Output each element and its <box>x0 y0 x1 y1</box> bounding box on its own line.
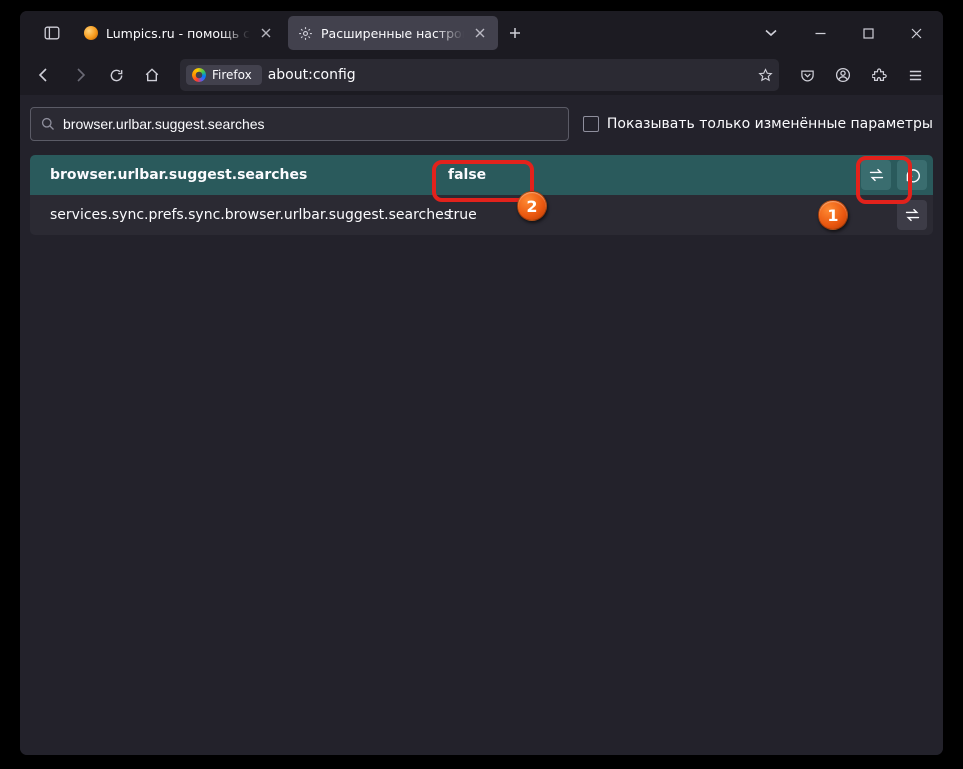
url-bar[interactable]: Firefox about:config <box>180 59 779 91</box>
pref-name: services.sync.prefs.sync.browser.urlbar.… <box>50 207 448 223</box>
favicon-lumpics <box>84 26 98 40</box>
app-menu-button[interactable] <box>899 59 931 91</box>
pref-name: browser.urlbar.suggest.searches <box>50 167 448 183</box>
reload-button[interactable] <box>100 59 132 91</box>
show-modified-only[interactable]: Показывать только изменённые параметры <box>583 116 933 132</box>
toggle-button[interactable] <box>861 160 891 190</box>
minimize-button[interactable] <box>797 11 843 55</box>
account-button[interactable] <box>827 59 859 91</box>
annotation-badge-2: 2 <box>517 191 547 221</box>
bookmark-star-icon[interactable] <box>758 68 773 83</box>
reset-button[interactable] <box>897 160 927 190</box>
maximize-button[interactable] <box>845 11 891 55</box>
close-icon[interactable] <box>472 25 488 41</box>
about-config-content: Показывать только изменённые параметры b… <box>20 95 943 755</box>
tab-lumpics[interactable]: Lumpics.ru - помощь с компьютером <box>74 16 284 50</box>
pref-row[interactable]: browser.urlbar.suggest.searches false <box>30 155 933 195</box>
close-icon[interactable] <box>258 25 274 41</box>
checkbox-icon[interactable] <box>583 116 599 132</box>
config-search-input[interactable] <box>63 116 558 132</box>
annotation-badge-1: 1 <box>818 200 848 230</box>
tab-bar: Lumpics.ru - помощь с компьютером Расшир… <box>20 11 943 55</box>
close-window-button[interactable] <box>893 11 939 55</box>
favicon-settings <box>298 26 313 41</box>
new-tab-button[interactable] <box>500 27 530 39</box>
tab-title: Расширенные настройки <box>321 26 464 41</box>
browser-window: Lumpics.ru - помощь с компьютером Расшир… <box>20 11 943 755</box>
toggle-button[interactable] <box>897 200 927 230</box>
tabs-dropdown[interactable] <box>747 29 795 37</box>
forward-button <box>64 59 96 91</box>
pref-value: true <box>448 207 477 223</box>
identity-box[interactable]: Firefox <box>186 65 262 85</box>
pocket-button[interactable] <box>791 59 823 91</box>
tab-title: Lumpics.ru - помощь с компьютером <box>106 26 250 41</box>
tab-about-config[interactable]: Расширенные настройки <box>288 16 498 50</box>
identity-label: Firefox <box>212 68 252 82</box>
nav-toolbar: Firefox about:config <box>20 55 943 95</box>
config-search-box[interactable] <box>30 107 569 141</box>
firefox-logo-icon <box>192 68 206 82</box>
pref-value: false <box>448 167 486 183</box>
extensions-button[interactable] <box>863 59 895 91</box>
pref-row[interactable]: services.sync.prefs.sync.browser.urlbar.… <box>30 195 933 235</box>
url-text[interactable]: about:config <box>268 67 752 83</box>
pref-results: browser.urlbar.suggest.searches false se… <box>30 155 933 235</box>
spaces-icon[interactable] <box>32 25 72 41</box>
url-bar-wrap: Firefox about:config <box>180 59 779 91</box>
show-modified-label: Показывать только изменённые параметры <box>607 116 933 132</box>
search-icon <box>41 117 55 131</box>
back-button[interactable] <box>28 59 60 91</box>
home-button[interactable] <box>136 59 168 91</box>
